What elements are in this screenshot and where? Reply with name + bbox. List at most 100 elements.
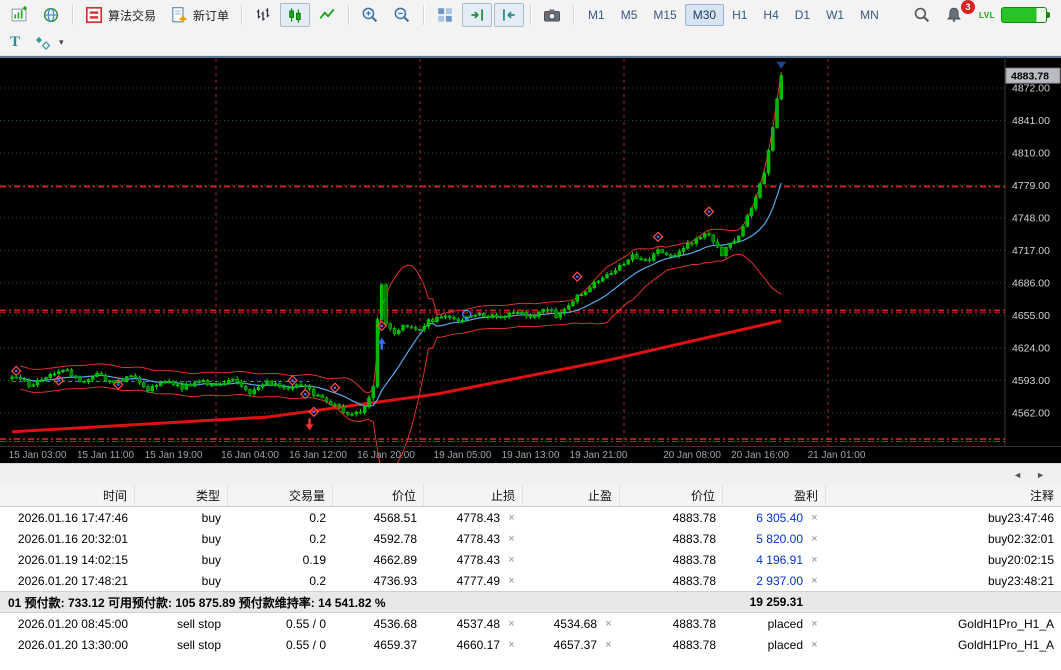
svg-text:15 Jan 03:00: 15 Jan 03:00	[9, 450, 67, 461]
shapes-tool-button[interactable]: ▾	[28, 31, 70, 55]
header-type[interactable]: 类型	[135, 485, 228, 506]
svg-text:4562.00: 4562.00	[1012, 407, 1050, 419]
remove-profit-button[interactable]: ×	[810, 533, 819, 545]
position-row-profit: 6 305.40 ×	[756, 510, 819, 525]
svg-text:4841.00: 4841.00	[1012, 115, 1050, 127]
timeframe-buttons: M1 M5 M15 M30 H1 H4 D1 W1 MN	[580, 4, 887, 26]
toolbar-separator	[573, 5, 575, 25]
position-row-comment: buy23:48:21	[987, 573, 1054, 588]
svg-text:21 Jan 01:00: 21 Jan 01:00	[808, 450, 866, 461]
header-comment[interactable]: 注释	[826, 485, 1061, 506]
position-row-volume: 0.2	[309, 510, 326, 525]
timeframe-h4[interactable]: H4	[755, 4, 786, 26]
camera-icon	[544, 9, 561, 22]
toolbar-separator	[72, 5, 73, 25]
svg-text:4686.00: 4686.00	[1012, 277, 1050, 289]
remove-sl-button[interactable]: ×	[507, 575, 516, 587]
pending-order-row-price2: 4883.78	[672, 637, 716, 652]
toolbar-separator	[348, 5, 350, 25]
position-row-sl: 4778.43 ×	[456, 510, 516, 525]
total-profit: 19 259.31	[749, 595, 803, 609]
remove-sl-button[interactable]: ×	[507, 533, 516, 545]
scroll-right-button[interactable]: ►	[1036, 470, 1045, 480]
remove-profit-button[interactable]: ×	[810, 618, 819, 630]
chart-shift-button[interactable]	[494, 3, 525, 27]
svg-text:20 Jan 16:00: 20 Jan 16:00	[731, 450, 789, 461]
position-row[interactable]: 2026.01.19 14:02:15 buy 0.19 4662.89 4778.43…	[0, 549, 1061, 570]
timeframe-m30[interactable]: M30	[684, 4, 725, 26]
position-row-volume: 0.2	[309, 573, 326, 588]
bars-mode-button[interactable]	[248, 3, 278, 27]
search-button[interactable]	[907, 3, 937, 27]
remove-sl-button[interactable]: ×	[507, 554, 516, 566]
remove-profit-button[interactable]: ×	[810, 554, 819, 566]
toolbar-separator	[241, 5, 243, 25]
pending-order-row-time: 2026.01.20 13:30:00	[17, 637, 128, 652]
timeframe-w1[interactable]: W1	[818, 4, 852, 26]
header-tp[interactable]: 止盈	[523, 485, 620, 506]
header-time[interactable]: 时间	[0, 485, 135, 506]
svg-text:4883.78: 4883.78	[1011, 70, 1049, 82]
candlestick-chart[interactable]: 4872.00 4841.00 4810.00 4779.00 4748.00 4717.…	[0, 57, 1061, 463]
auto-scroll-button[interactable]	[462, 3, 493, 27]
header-profit[interactable]: 盈利	[723, 485, 826, 506]
zoom-out-icon	[394, 7, 410, 23]
pending-order-row[interactable]: 2026.01.20 08:45:00 sell stop 0.55 / 0 4536…	[0, 613, 1061, 634]
pending-order-row-profit: placed ×	[767, 616, 819, 631]
remove-sl-button[interactable]: ×	[507, 618, 516, 630]
remove-tp-button[interactable]: ×	[604, 618, 613, 630]
position-row-tp	[523, 570, 620, 591]
timeframe-m1[interactable]: M1	[580, 4, 613, 26]
remove-profit-button[interactable]: ×	[810, 512, 819, 524]
pending-order-row-volume: 0.55 / 0	[285, 637, 326, 652]
algo-trading-button[interactable]: 算法交易	[79, 3, 162, 27]
timeframe-mn[interactable]: MN	[852, 4, 887, 26]
bars-mode-icon	[256, 8, 270, 21]
notifications-button[interactable]: 3	[939, 0, 975, 27]
pending-order-row[interactable]: 2026.01.20 13:30:00 sell stop 0.55 / 0 4659…	[0, 634, 1061, 655]
line-mode-button[interactable]	[312, 3, 342, 27]
svg-text:4624.00: 4624.00	[1012, 342, 1050, 354]
remove-sl-button[interactable]: ×	[507, 512, 516, 524]
zoom-in-button[interactable]	[355, 3, 385, 27]
header-price[interactable]: 价位	[333, 485, 424, 506]
remove-tp-button[interactable]: ×	[604, 639, 613, 651]
position-row-sl: 4778.43 ×	[456, 531, 516, 546]
timeframe-m5[interactable]: M5	[613, 4, 646, 26]
pending-order-row-price: 4536.68	[373, 616, 417, 631]
new-order-label: 新订单	[193, 8, 230, 23]
new-chart-button[interactable]	[4, 3, 34, 27]
chart-shift-icon	[503, 9, 515, 21]
screenshot-button[interactable]	[537, 3, 567, 27]
zoom-out-button[interactable]	[387, 3, 417, 27]
header-sl[interactable]: 止损	[424, 485, 523, 506]
chart-area[interactable]: 4872.00 4841.00 4810.00 4779.00 4748.00 4717.…	[0, 56, 1061, 463]
search-icon	[914, 7, 930, 23]
position-row[interactable]: 2026.01.16 17:47:46 buy 0.2 4568.51 4778.43 ×…	[0, 507, 1061, 528]
trade-panel: 时间 类型 交易量 价位 止损 止盈 价位 盈利 注释 2026.01.16 1…	[0, 485, 1061, 655]
text-tool-button[interactable]: T	[4, 31, 26, 55]
position-row-comment: buy23:47:46	[987, 510, 1054, 525]
remove-profit-button[interactable]: ×	[810, 575, 819, 587]
candles-mode-button[interactable]	[280, 3, 311, 27]
market-watch-button[interactable]	[36, 3, 66, 27]
position-row[interactable]: 2026.01.16 20:32:01 buy 0.2 4592.78 4778.43 ×…	[0, 528, 1061, 549]
svg-text:4779.00: 4779.00	[1012, 180, 1050, 192]
header-current-price[interactable]: 价位	[620, 485, 723, 506]
header-volume[interactable]: 交易量	[228, 485, 333, 506]
position-row[interactable]: 2026.01.20 17:48:21 buy 0.2 4736.93 4777.49 ×…	[0, 570, 1061, 591]
candles-mode-icon	[289, 8, 301, 23]
new-order-button[interactable]: 新订单	[164, 3, 235, 27]
drawing-toolbar: T ▾	[0, 30, 1061, 56]
timeframe-h1[interactable]: H1	[724, 4, 755, 26]
svg-text:4748.00: 4748.00	[1012, 212, 1050, 224]
position-row-price2: 4883.78	[672, 573, 716, 588]
timeframe-m15[interactable]: M15	[645, 4, 684, 26]
position-row-type: buy	[201, 531, 221, 546]
remove-profit-button[interactable]: ×	[810, 639, 819, 651]
position-row-time: 2026.01.20 17:48:21	[17, 573, 128, 588]
remove-sl-button[interactable]: ×	[507, 639, 516, 651]
scroll-left-button[interactable]: ◄	[1013, 470, 1022, 480]
tile-windows-button[interactable]	[430, 3, 460, 27]
timeframe-d1[interactable]: D1	[787, 4, 818, 26]
